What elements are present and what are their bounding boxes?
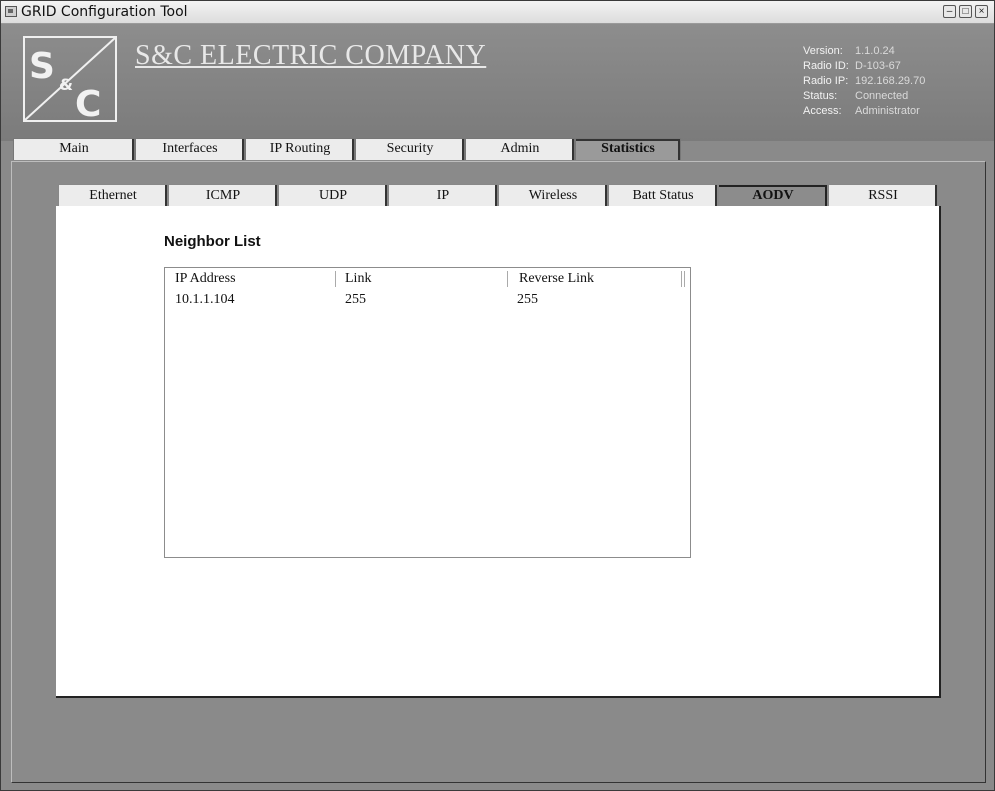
app-icon: [5, 6, 17, 17]
list-header: IP Address Link Reverse Link: [165, 268, 690, 290]
neighbor-list-view[interactable]: IP Address Link Reverse Link 10.1.1.104 …: [164, 267, 691, 558]
column-header-ip-address[interactable]: IP Address: [175, 270, 236, 288]
column-divider[interactable]: [507, 271, 508, 287]
maximize-icon[interactable]: □: [959, 5, 972, 18]
close-icon[interactable]: ×: [975, 5, 988, 18]
column-header-reverse-link[interactable]: Reverse Link: [519, 270, 594, 288]
subtab-icmp[interactable]: ICMP: [168, 184, 278, 207]
subtab-aodv[interactable]: AODV: [718, 184, 828, 207]
app-window: GRID Configuration Tool – □ × S & C S&C …: [0, 0, 995, 791]
minimize-icon[interactable]: –: [943, 5, 956, 18]
svg-text:C: C: [75, 84, 101, 122]
column-divider[interactable]: [681, 271, 682, 287]
svg-text:S: S: [29, 46, 55, 87]
subtab-batt-status[interactable]: Batt Status: [608, 184, 718, 207]
subtab-wireless[interactable]: Wireless: [498, 184, 608, 207]
list-item[interactable]: 10.1.1.104 255 255: [165, 291, 690, 308]
column-divider[interactable]: [335, 271, 336, 287]
cell-reverse-link: 255: [517, 292, 538, 307]
cell-link: 255: [345, 292, 366, 307]
connection-info: Version: 1.1.0.24 Radio ID: D-103-67 Radio…: [803, 44, 925, 119]
aodv-panel: Neighbor List IP Address Link Reverse Li…: [56, 206, 941, 698]
info-radio-ip: Radio IP: 192.168.29.70: [803, 75, 926, 87]
column-header-link[interactable]: Link: [345, 270, 371, 288]
tab-security[interactable]: Security: [355, 138, 465, 160]
column-divider[interactable]: [684, 271, 685, 287]
subtab-ethernet[interactable]: Ethernet: [58, 184, 168, 207]
window-title: GRID Configuration Tool: [21, 4, 188, 20]
tab-ip-routing[interactable]: IP Routing: [245, 138, 355, 160]
info-status: Status: Connected: [803, 90, 909, 102]
tab-statistics[interactable]: Statistics: [575, 138, 681, 160]
tab-admin[interactable]: Admin: [465, 138, 575, 160]
cell-ip-address: 10.1.1.104: [175, 292, 235, 307]
sc-logo: S & C: [23, 36, 117, 122]
title-bar[interactable]: GRID Configuration Tool – □ ×: [1, 1, 994, 24]
company-name: S&C ELECTRIC COMPANY: [135, 40, 487, 71]
neighbor-list-title: Neighbor List: [164, 233, 261, 250]
info-access: Access: Administrator: [803, 105, 920, 117]
tab-interfaces[interactable]: Interfaces: [135, 138, 245, 160]
info-radio-id: Radio ID: D-103-67: [803, 60, 901, 72]
tab-main[interactable]: Main: [13, 138, 135, 160]
subtab-rssi[interactable]: RSSI: [828, 184, 938, 207]
svg-text:&: &: [59, 75, 73, 94]
subtab-ip[interactable]: IP: [388, 184, 498, 207]
header-banner: S & C S&C ELECTRIC COMPANY Version: 1.1.0…: [1, 24, 994, 141]
info-version: Version: 1.1.0.24: [803, 45, 895, 57]
subtab-udp[interactable]: UDP: [278, 184, 388, 207]
